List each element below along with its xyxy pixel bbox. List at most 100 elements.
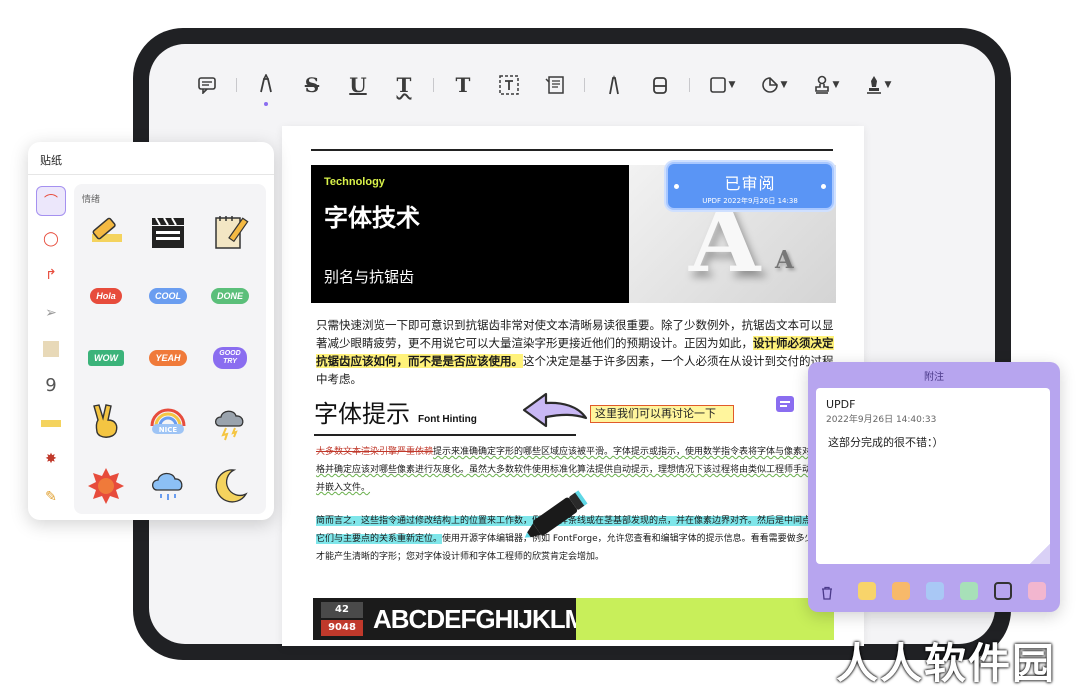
heading-english: Font Hinting — [418, 414, 477, 425]
sticker-cool[interactable]: COOL — [148, 276, 188, 316]
comment-panel-title: 附注 — [924, 372, 944, 383]
sticker-peace-hand[interactable] — [86, 402, 126, 442]
rainbow-nice-icon: NICE — [150, 408, 186, 434]
comment-text[interactable]: 这部分完成的很不错：） — [828, 434, 944, 450]
comment-timestamp: 2022年9月26日 14:40:33 — [826, 415, 937, 425]
pencil-icon — [609, 75, 619, 95]
paragraph-1[interactable]: 只需快速浏览一下即可意识到抗锯齿非常对使文本清晰易读很重要。除了少数例外，抗锯齿… — [316, 316, 834, 388]
arrow-sticker[interactable] — [520, 390, 590, 430]
sticker-clapperboard[interactable] — [148, 212, 188, 252]
sticker-hola[interactable]: Hola — [86, 276, 126, 316]
color-swatch-orange[interactable] — [892, 582, 910, 600]
image-number-2: 9048 — [321, 620, 363, 636]
category-arrow[interactable]: ↱ — [36, 260, 66, 290]
sticker-wow-text: WOW — [88, 350, 124, 366]
category-tape[interactable] — [36, 408, 66, 438]
sticker-sun[interactable] — [86, 466, 126, 506]
panel-divider — [28, 174, 274, 175]
underline-icon: U — [349, 73, 367, 97]
text-tool-button[interactable]: T — [446, 70, 480, 100]
stamp-handle[interactable] — [821, 184, 826, 189]
textbox-icon — [499, 75, 519, 95]
color-swatch-green[interactable] — [960, 582, 978, 600]
category-number[interactable]: 9 — [36, 370, 66, 400]
comment-panel: 附注 UPDF 2022年9月26日 14:40:33 这部分完成的很不错：） — [808, 362, 1060, 612]
toolbar-separator — [433, 78, 434, 92]
sticker-highlighter[interactable] — [86, 212, 126, 252]
watermark: 人人软件园 — [836, 639, 1057, 688]
toolbar-separator — [236, 78, 237, 92]
sticker-tool-button[interactable]: ▼ — [754, 70, 794, 100]
review-stamp[interactable]: 已审阅 UPDF 2022年9月26日 14:38 — [666, 162, 834, 210]
moon-icon — [215, 469, 248, 503]
note-icon — [43, 341, 59, 357]
stamp-tool-button[interactable]: ▼ — [806, 70, 846, 100]
curved-arrow-icon: ↱ — [45, 267, 57, 283]
text-callout-tool-button[interactable] — [538, 70, 572, 100]
squiggly-tool-button[interactable]: T — [387, 70, 421, 100]
number-nine-icon: 9 — [45, 374, 57, 396]
square-icon — [709, 77, 726, 93]
delete-comment-button[interactable] — [820, 586, 834, 604]
sticker-panel: 贴纸 ⌒ ◯ ↱ ➢ 9 ✸ ✎ 情绪 Hola COOL DONE WOW Y… — [28, 142, 274, 520]
paper-plane-icon: ➢ — [45, 305, 57, 321]
sticker-rainbow-nice[interactable]: NICE — [148, 402, 188, 442]
category-note[interactable] — [36, 334, 66, 364]
signature-tool-button[interactable]: ▼ — [858, 70, 898, 100]
toolbar-separator — [584, 78, 585, 92]
text-callout-icon — [545, 76, 564, 94]
squiggly-underline-icon: T — [396, 73, 412, 97]
section-heading: 字体提示 Font Hinting — [314, 394, 477, 429]
tape-icon — [41, 419, 61, 427]
stamp-handle[interactable] — [674, 184, 679, 189]
sticker-good-try[interactable]: GOOD TRY — [210, 338, 250, 378]
sticker-storm-cloud[interactable] — [210, 402, 250, 442]
color-swatch-blue[interactable] — [926, 582, 944, 600]
top-rule — [311, 149, 833, 151]
sticker-rain-cloud[interactable] — [148, 466, 188, 506]
toolbar-separator — [689, 78, 690, 92]
hero-title: 字体技术 — [324, 204, 420, 232]
stamp-icon — [814, 75, 829, 94]
textbox-tool-button[interactable] — [492, 70, 526, 100]
underline-tool-button[interactable]: U — [341, 70, 375, 100]
sun-icon — [88, 468, 124, 504]
color-swatch-yellow[interactable] — [858, 582, 876, 600]
sticker-done[interactable]: DONE — [210, 276, 250, 316]
sticker-yeah[interactable]: YEAH — [148, 338, 188, 378]
notepad-icon — [215, 216, 249, 249]
strikethrough-tool-button[interactable]: S — [295, 70, 329, 100]
category-paper-plane[interactable]: ➢ — [36, 298, 66, 328]
hero-tag: Technology — [324, 176, 385, 188]
strikethrough-text[interactable]: 大多数文本渲染引擎严重依赖 — [316, 447, 433, 457]
eraser-tool-button[interactable] — [643, 70, 677, 100]
category-pencil[interactable]: ✎ — [36, 482, 66, 512]
hero-subtitle: 别名与抗锯齿 — [324, 268, 415, 286]
highlight-tool-button[interactable] — [249, 70, 283, 100]
category-circle[interactable]: ◯ — [36, 224, 66, 254]
comment-note-icon[interactable] — [776, 396, 794, 412]
color-swatch-pink[interactable] — [1028, 582, 1046, 600]
image-alphabet: ABCDEFGHIJKLMNO — [373, 604, 576, 634]
splash-icon: ✸ — [45, 451, 57, 467]
comment-icon — [198, 77, 216, 94]
category-splash[interactable]: ✸ — [36, 444, 66, 474]
color-swatch-purple-selected[interactable] — [994, 582, 1012, 600]
pencil-tool-button[interactable] — [597, 70, 631, 100]
image-number-1: 42 — [321, 602, 363, 618]
green-block — [576, 598, 834, 640]
category-rainbow[interactable]: ⌒ — [36, 186, 66, 216]
chevron-down-icon: ▼ — [780, 80, 788, 90]
sticker-category-label: 情绪 — [82, 195, 101, 205]
sticker-notepad[interactable] — [210, 212, 250, 252]
sticker-moon[interactable] — [210, 466, 250, 506]
text-callout[interactable]: 这里我们可以再讨论一下 — [590, 405, 734, 423]
sticker-good-try-text: GOOD TRY — [213, 347, 247, 369]
marker-sticker[interactable] — [520, 478, 600, 548]
shape-tool-button[interactable]: ▼ — [702, 70, 742, 100]
stamp-meta: UPDF 2022年9月26日 14:38 — [702, 197, 798, 205]
chevron-down-icon: ▼ — [884, 80, 892, 90]
clapperboard-icon — [152, 217, 184, 248]
comment-tool-button[interactable] — [190, 70, 224, 100]
sticker-wow[interactable]: WOW — [86, 338, 126, 378]
